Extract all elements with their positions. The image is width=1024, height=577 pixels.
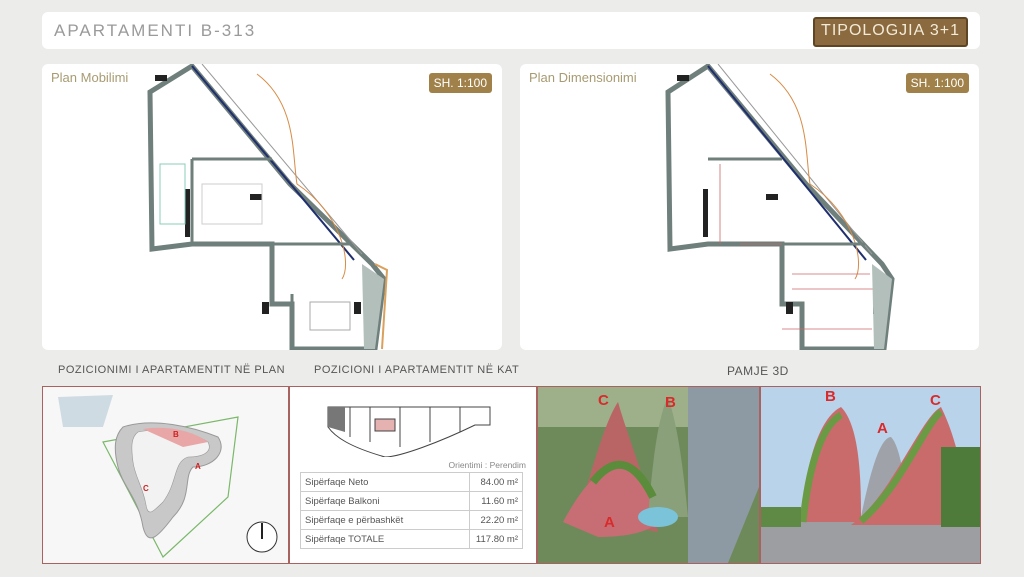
area-row: Sipërfaqe TOTALE 117.80 m² (300, 529, 523, 549)
render-b-label-b: B (825, 388, 836, 405)
area-label: Sipërfaqe TOTALE (300, 529, 470, 549)
site-plan-box: B A C (42, 386, 289, 564)
orientation-label: Orientimi (448, 460, 483, 470)
floor-key-plan (327, 406, 491, 457)
area-table: Sipërfaqe Neto 84.00 m² Sipërfaqe Balkon… (300, 472, 523, 549)
area-label: Sipërfaqe e përbashkët (300, 510, 470, 530)
aerial-render-image: C B A (538, 387, 759, 563)
floor-position-box: Orientimi : Perendim Sipërfaqe Neto 84.0… (289, 386, 537, 564)
area-row: Sipërfaqe Balkoni 11.60 m² (300, 491, 523, 511)
orientation-row: Orientimi : Perendim (448, 460, 527, 470)
furniture-floor-plan (147, 64, 389, 350)
furniture-plan-panel: Plan Mobilimi SH. 1:100 (42, 64, 502, 350)
render-a-label-c: C (598, 392, 609, 409)
header-bar: APARTAMENTI B-313 TIPOLOGJIA 3+1 (42, 12, 980, 49)
area-row: Sipërfaqe e përbashkët 22.20 m² (300, 510, 523, 530)
section-position-plan: POZICIONIMI I APARTAMENTIT NË PLAN (58, 364, 286, 376)
street-render-image: B A C (761, 387, 980, 563)
section-position-floor: POZICIONI I APARTAMENTIT NË KAT (314, 364, 520, 376)
area-value: 22.20 m² (469, 510, 523, 530)
area-label: Sipërfaqe Neto (300, 472, 470, 492)
aerial-render-box: C B A (537, 386, 760, 564)
area-row: Sipërfaqe Neto 84.00 m² (300, 472, 523, 492)
render-a-label-a: A (604, 514, 615, 531)
render-b-label-c: C (930, 392, 941, 409)
dimension-plan-panel: Plan Dimensionimi SH. 1:100 (520, 64, 979, 350)
render-b-label-a: A (877, 420, 888, 437)
site-label-c: C (143, 484, 149, 493)
orientation-value: Perendim (489, 460, 526, 470)
area-value: 84.00 m² (469, 472, 523, 492)
area-label: Sipërfaqe Balkoni (300, 491, 470, 511)
site-plan: B A C (43, 387, 288, 563)
street-render-box: B A C (760, 386, 981, 564)
apartment-title: APARTAMENTI B-313 (54, 21, 257, 40)
area-value: 11.60 m² (469, 491, 523, 511)
dimension-floor-plan (665, 64, 895, 350)
render-a-label-b: B (665, 394, 676, 411)
site-label-b: B (173, 430, 179, 439)
section-3d-view: PAMJE 3D (727, 364, 789, 378)
typology-badge: TIPOLOGJIA 3+1 (813, 17, 968, 47)
area-value: 117.80 m² (469, 529, 523, 549)
site-label-a: A (195, 462, 201, 471)
